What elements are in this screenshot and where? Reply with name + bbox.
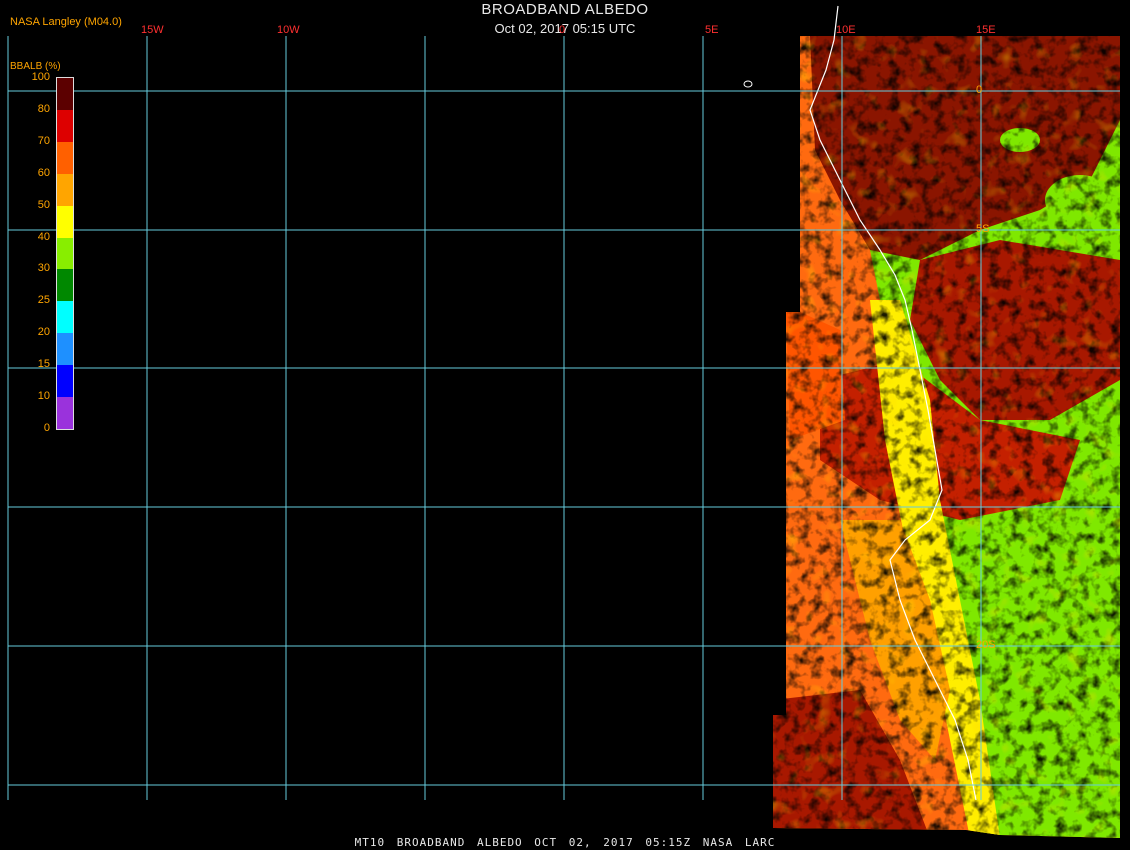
satellite-swath [773, 36, 1120, 838]
colorbar-segment [57, 141, 73, 174]
colorbar-tick-label: 70 [37, 134, 50, 147]
colorbar-segment [57, 173, 73, 206]
colorbar-tick-label: 60 [37, 166, 50, 179]
lat-label-0: 0 [976, 84, 983, 96]
lat-label-5s: 5S [976, 223, 990, 235]
colorbar-segment [57, 269, 73, 302]
lon-label-10w: 10W [277, 24, 300, 36]
colorbar-segment [57, 333, 73, 366]
footer-caption: MT10 BROADBAND ALBEDO OCT 02, 2017 05:15… [354, 836, 776, 849]
colorbar-tick-label: 25 [37, 294, 50, 307]
colorbar-segment [57, 397, 73, 429]
lon-label-10e: 10E [836, 24, 856, 36]
colorbar-segment [57, 365, 73, 398]
colorbar-segment [57, 78, 73, 110]
colorbar-tick-label: 15 [37, 358, 50, 371]
colorbar-tick-label: 20 [37, 326, 50, 339]
colorbar-tick-label: 0 [43, 422, 50, 434]
island-outline [743, 80, 753, 88]
colorbar-segment [57, 237, 73, 270]
lon-label-0: 0 [559, 24, 566, 36]
colorbar-segment [57, 205, 73, 238]
lon-label-5e: 5E [705, 24, 719, 36]
map-canvas [7, 5, 1120, 838]
colorbar-tick-label: 40 [37, 230, 50, 243]
colorbar-tick-label: 100 [31, 71, 50, 83]
colorbar-tick-label: 80 [37, 102, 50, 115]
colorbar-tick-label: 50 [37, 198, 50, 211]
lon-label-15e: 15E [976, 24, 996, 36]
colorbar-tick-label: 10 [37, 390, 50, 403]
colorbar-segment [57, 301, 73, 334]
lon-label-15w: 15W [141, 24, 164, 36]
colorbar-tick-label: 30 [37, 262, 50, 275]
colorbar-segment [57, 109, 73, 142]
colorbar [56, 77, 74, 430]
lat-label-20s: 20S [976, 639, 996, 651]
